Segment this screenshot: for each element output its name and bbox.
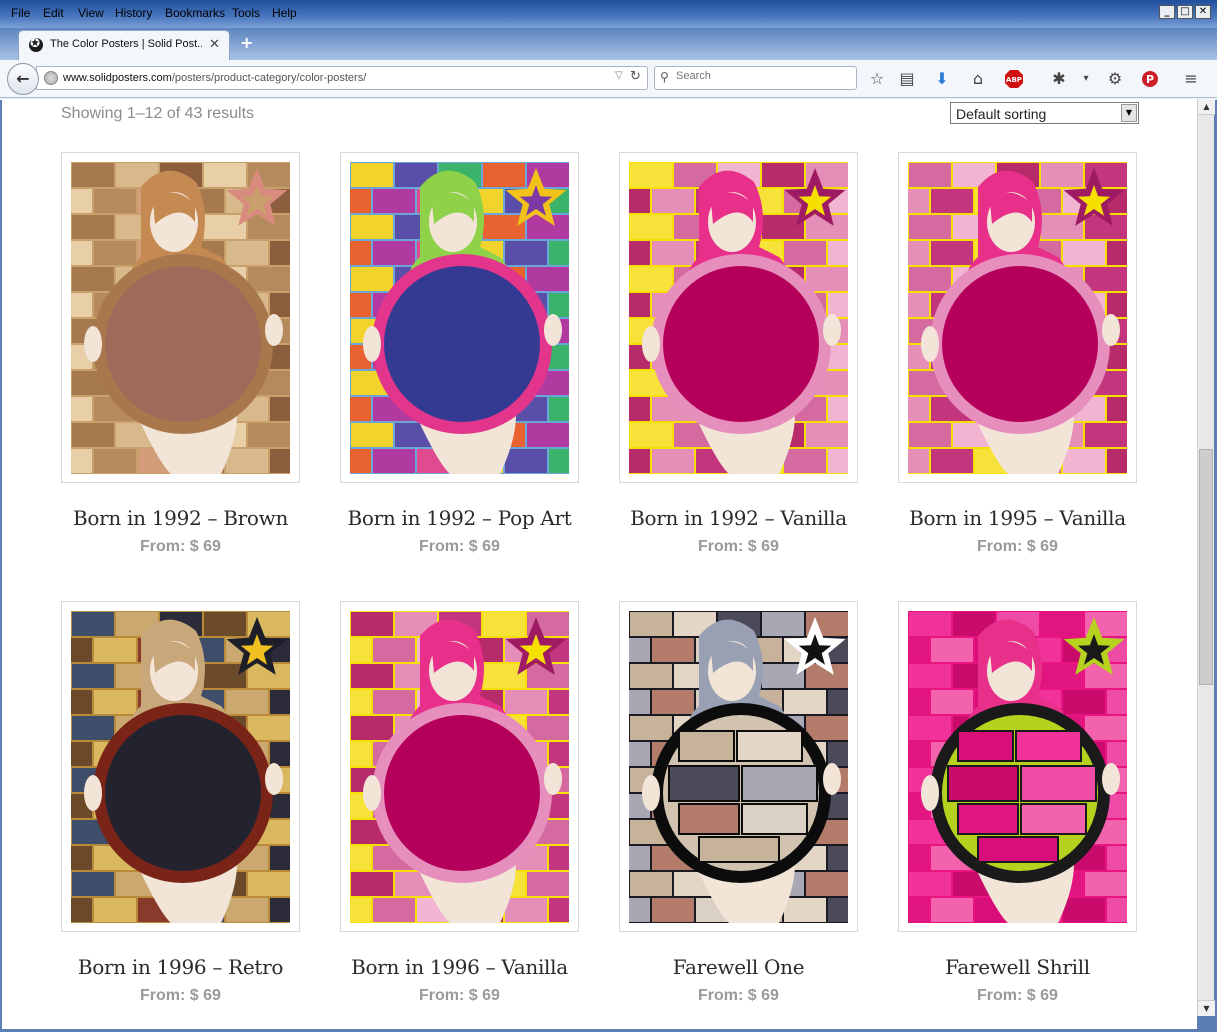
back-button[interactable]: ← (7, 63, 39, 95)
product-poster-image[interactable] (629, 611, 848, 923)
product-poster-image[interactable] (350, 162, 569, 474)
product-title[interactable]: Born in 1996 – Retro (31, 955, 330, 979)
product-title[interactable]: Born in 1992 – Vanilla (589, 506, 888, 530)
menu-bookmarks[interactable]: Bookmarks (165, 6, 225, 20)
url-domain: www.solidposters.com (63, 72, 172, 84)
product-price: From: $ 69 (977, 538, 1058, 555)
close-window-button[interactable]: ✕ (1195, 5, 1211, 19)
scrollbar-thumb[interactable] (1199, 449, 1213, 685)
menu-icon[interactable]: ≡ (1180, 68, 1202, 90)
product-title[interactable]: Born in 1995 – Vanilla (868, 506, 1167, 530)
svg-text:ABP: ABP (1006, 76, 1022, 84)
sort-select[interactable]: Default sorting ▼ (950, 102, 1139, 124)
product-price: From: $ 69 (419, 987, 500, 1004)
menu-edit[interactable]: Edit (43, 6, 64, 20)
navigation-toolbar: www.solidposters.com/posters/product-cat… (0, 60, 1217, 98)
product-poster-image[interactable] (908, 162, 1127, 474)
product-poster-image[interactable] (71, 611, 290, 923)
close-tab-icon[interactable]: ✕ (209, 37, 220, 52)
product-poster-image[interactable] (629, 162, 848, 474)
product-image-frame[interactable] (61, 152, 300, 483)
menu-tools[interactable]: Tools (232, 6, 260, 20)
product-title[interactable]: Born in 1992 – Pop Art (310, 506, 609, 530)
product-price: From: $ 69 (698, 538, 779, 555)
home-icon[interactable]: ⌂ (967, 68, 989, 90)
menu-file[interactable]: File (11, 6, 30, 20)
product-image-frame[interactable] (619, 601, 858, 932)
url-history-dropdown-icon[interactable]: ▽ (615, 70, 623, 81)
reload-icon[interactable]: ↻ (630, 69, 641, 84)
url-path: /posters/product-category/color-posters/ (171, 72, 367, 84)
scroll-up-arrow-icon[interactable]: ▲ (1198, 99, 1215, 115)
url-bar[interactable]: www.solidposters.com/posters/product-cat… (36, 66, 648, 90)
menu-bar: File Edit View History Bookmarks Tools H… (0, 0, 1217, 28)
sort-selected-value: Default sorting (956, 106, 1047, 122)
product-title[interactable]: Farewell Shrill (868, 955, 1167, 979)
new-tab-plus-icon[interactable]: + (240, 33, 253, 52)
product-price: From: $ 69 (140, 987, 221, 1004)
product-poster-image[interactable] (71, 162, 290, 474)
scroll-down-arrow-icon[interactable]: ▼ (1198, 1000, 1215, 1016)
vertical-scrollbar[interactable]: ▲ ▼ (1197, 99, 1215, 1016)
chevron-down-icon[interactable]: ▼ (1121, 104, 1137, 122)
product-image-frame[interactable] (340, 601, 579, 932)
adblock-icon[interactable]: ABP (1003, 68, 1025, 90)
product-image-frame[interactable] (619, 152, 858, 483)
maximize-button[interactable]: □ (1177, 5, 1193, 19)
search-bar[interactable]: ⚲ (654, 66, 857, 90)
tab-color-posters[interactable]: The Color Posters | Solid Post... ✕ (18, 30, 230, 60)
product-price: From: $ 69 (419, 538, 500, 555)
product-title[interactable]: Born in 1992 – Brown (31, 506, 330, 530)
page-viewport: Showing 1–12 of 43 results Default sorti… (2, 99, 1197, 1029)
product-price: From: $ 69 (698, 987, 779, 1004)
tab-title: The Color Posters | Solid Post... (50, 38, 202, 50)
product-image-frame[interactable] (898, 152, 1137, 483)
product-price: From: $ 69 (140, 538, 221, 555)
site-favicon-icon (29, 36, 43, 52)
menu-help[interactable]: Help (272, 6, 297, 20)
overflow-dropdown-icon[interactable]: ▾ (1075, 68, 1097, 90)
product-poster-image[interactable] (908, 611, 1127, 923)
product-image-frame[interactable] (340, 152, 579, 483)
download-icon[interactable]: ⬇ (931, 68, 953, 90)
pinterest-icon[interactable]: P (1139, 68, 1161, 90)
addon-icon[interactable]: ⚙ (1104, 68, 1126, 90)
browser-chrome: File Edit View History Bookmarks Tools H… (0, 0, 1217, 100)
reading-list-icon[interactable]: ▤ (896, 68, 918, 90)
result-count: Showing 1–12 of 43 results (61, 105, 255, 122)
url-text[interactable]: www.solidposters.com/posters/product-cat… (63, 72, 366, 84)
menu-view[interactable]: View (78, 6, 104, 20)
product-price: From: $ 69 (977, 987, 1058, 1004)
search-input[interactable] (676, 70, 851, 82)
extension-icon[interactable]: ✱ (1048, 68, 1070, 90)
product-image-frame[interactable] (61, 601, 300, 932)
product-image-frame[interactable] (898, 601, 1137, 932)
product-title[interactable]: Born in 1996 – Vanilla (310, 955, 609, 979)
svg-text:P: P (1146, 73, 1154, 86)
search-icon: ⚲ (660, 70, 669, 84)
minimize-button[interactable]: _ (1159, 5, 1175, 19)
bookmark-star-icon[interactable]: ☆ (866, 68, 888, 90)
globe-icon (44, 71, 58, 85)
product-title[interactable]: Farewell One (589, 955, 888, 979)
menu-history[interactable]: History (115, 6, 152, 20)
product-poster-image[interactable] (350, 611, 569, 923)
